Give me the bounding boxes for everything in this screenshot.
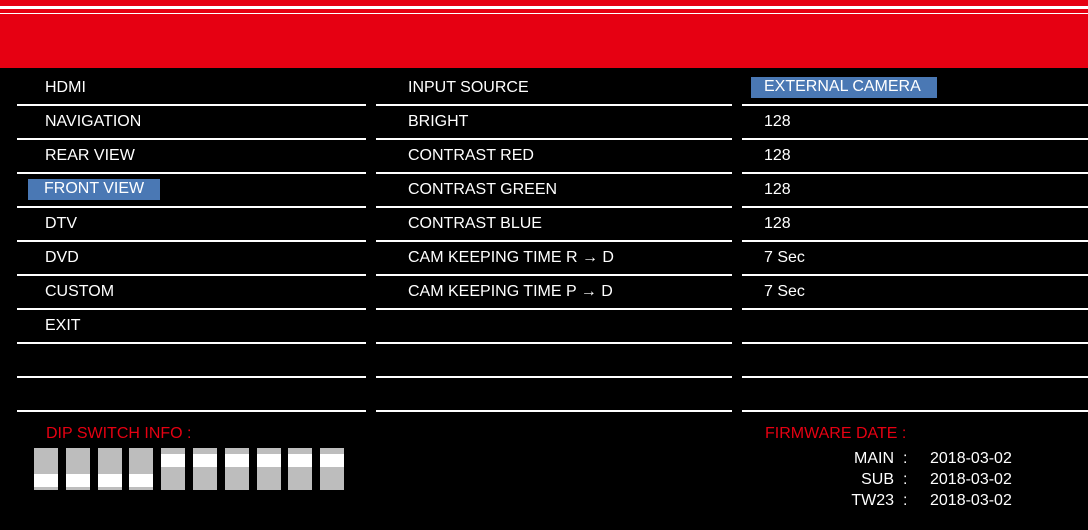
- menu-item[interactable]: DTV: [17, 214, 77, 234]
- dip-switch: [161, 448, 186, 490]
- setting-empty-row: [376, 344, 732, 378]
- setting-value[interactable]: 128: [742, 112, 791, 132]
- setting-label[interactable]: CONTRAST BLUE: [376, 214, 542, 234]
- dip-switch-knob: [65, 474, 90, 487]
- dip-switch: [224, 448, 249, 490]
- setting-value[interactable]: 7 Sec: [742, 282, 805, 302]
- setting-label-row[interactable]: CAM KEEPING TIME R → D: [376, 242, 732, 276]
- setting-value[interactable]: EXTERNAL CAMERA: [751, 77, 937, 98]
- menu-item-row[interactable]: EXIT: [17, 310, 366, 344]
- dip-switch-knob: [129, 474, 154, 487]
- setting-value-row[interactable]: 7 Sec: [742, 276, 1088, 310]
- dip-switch: [34, 448, 58, 490]
- firmware-separator: :: [903, 450, 908, 467]
- dip-switch-knob: [161, 454, 186, 467]
- setting-label[interactable]: BRIGHT: [376, 112, 468, 132]
- firmware-separator: :: [903, 471, 908, 488]
- setting-value[interactable]: 128: [742, 146, 791, 166]
- setting-label-row[interactable]: CAM KEEPING TIME P → D: [376, 276, 732, 310]
- setting-value-row[interactable]: 128: [742, 106, 1088, 140]
- setting-empty-row: [376, 310, 732, 344]
- menu-item-row[interactable]: FRONT VIEW: [17, 174, 366, 208]
- menu-item-row[interactable]: HDMI: [17, 72, 366, 106]
- menu-item-row[interactable]: DVD: [17, 242, 366, 276]
- menu-item[interactable]: CUSTOM: [17, 282, 114, 302]
- setting-label[interactable]: CAM KEEPING TIME P → D: [376, 282, 613, 302]
- setting-label[interactable]: CONTRAST GREEN: [376, 180, 557, 200]
- setting-label-row[interactable]: INPUT SOURCE: [376, 72, 732, 106]
- setting-empty-row: [742, 310, 1088, 344]
- setting-empty-row: [742, 378, 1088, 412]
- dip-switch: [320, 448, 345, 490]
- firmware-date-title: FIRMWARE DATE :: [765, 425, 907, 442]
- menu-column: HDMI NAVIGATION REAR VIEW FRONT VIEW DTV DVD C…: [17, 72, 366, 412]
- firmware-label: MAIN: [854, 450, 894, 467]
- dip-switch: [193, 448, 217, 490]
- header-stripe: [0, 13, 1088, 14]
- menu-item[interactable]: NAVIGATION: [17, 112, 141, 132]
- dip-switch-knob: [97, 474, 122, 487]
- setting-label-row[interactable]: BRIGHT: [376, 106, 732, 140]
- setting-label[interactable]: INPUT SOURCE: [376, 78, 529, 98]
- setting-value[interactable]: 128: [742, 214, 791, 234]
- dip-switch: [65, 448, 90, 490]
- setting-empty-row: [742, 344, 1088, 378]
- firmware-date: 2018-03-02: [930, 492, 1012, 509]
- setting-label[interactable]: CAM KEEPING TIME R → D: [376, 248, 614, 268]
- settings-value-column: EXTERNAL CAMERA 128 128 128 128 7 Sec 7 Sec: [742, 72, 1088, 412]
- dip-switch: [129, 448, 154, 490]
- setting-label-row[interactable]: CONTRAST RED: [376, 140, 732, 174]
- menu-item-row[interactable]: DTV: [17, 208, 366, 242]
- dip-switch: [256, 448, 281, 490]
- menu-empty-row: [17, 378, 366, 412]
- firmware-date: 2018-03-02: [930, 471, 1012, 488]
- header-stripe: [0, 6, 1088, 9]
- setting-value[interactable]: 128: [742, 180, 791, 200]
- setting-value-row[interactable]: 7 Sec: [742, 242, 1088, 276]
- dip-switch-knob: [256, 454, 281, 467]
- setting-value-row[interactable]: 128: [742, 140, 1088, 174]
- dip-switch-knob: [320, 454, 345, 467]
- setting-empty-row: [376, 378, 732, 412]
- firmware-label: SUB: [861, 471, 894, 488]
- setting-label-row[interactable]: CONTRAST BLUE: [376, 208, 732, 242]
- menu-item[interactable]: FRONT VIEW: [28, 179, 161, 200]
- dip-switch-knob: [193, 454, 217, 467]
- firmware-date: 2018-03-02: [930, 450, 1012, 467]
- firmware-label: TW23: [851, 492, 894, 509]
- menu-empty-row: [17, 344, 366, 378]
- title-bar: [0, 0, 1088, 68]
- dip-switch-knob: [288, 454, 313, 467]
- firmware-separator: :: [903, 492, 908, 509]
- setting-value[interactable]: 7 Sec: [742, 248, 805, 268]
- settings-label-column: INPUT SOURCE BRIGHT CONTRAST RED CONTRAST G…: [376, 72, 732, 412]
- menu-item[interactable]: DVD: [17, 248, 79, 268]
- menu-item[interactable]: REAR VIEW: [17, 146, 135, 166]
- dip-switch: [97, 448, 122, 490]
- dip-switch-knob: [34, 474, 58, 487]
- setting-value-row[interactable]: 128: [742, 174, 1088, 208]
- setting-value-row[interactable]: 128: [742, 208, 1088, 242]
- menu-item-row[interactable]: REAR VIEW: [17, 140, 366, 174]
- setting-label-row[interactable]: CONTRAST GREEN: [376, 174, 732, 208]
- setting-label[interactable]: CONTRAST RED: [376, 146, 534, 166]
- dip-switch-title: DIP SWITCH INFO :: [46, 425, 192, 442]
- setting-value-row[interactable]: EXTERNAL CAMERA: [742, 72, 1088, 106]
- menu-item[interactable]: HDMI: [17, 78, 86, 98]
- dip-switch-knob: [224, 454, 249, 467]
- menu-item[interactable]: EXIT: [17, 316, 81, 336]
- menu-item-row[interactable]: NAVIGATION: [17, 106, 366, 140]
- menu-item-row[interactable]: CUSTOM: [17, 276, 366, 310]
- dip-switch: [288, 448, 313, 490]
